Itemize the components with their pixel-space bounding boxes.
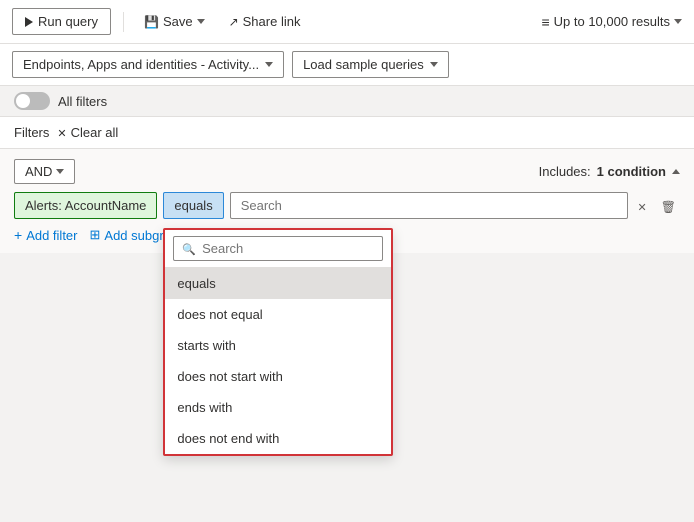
and-operator-button[interactable]: AND <box>14 159 75 184</box>
run-query-label: Run query <box>38 14 98 29</box>
condition-row: Alerts: AccountName equals equals <box>14 192 680 219</box>
play-icon <box>25 17 33 27</box>
all-filters-row: All filters <box>0 86 694 117</box>
clear-all-button[interactable]: Clear all <box>57 125 118 140</box>
clear-all-label: Clear all <box>71 125 119 140</box>
includes-label: Includes: <box>539 164 591 179</box>
scope-dropdown[interactable]: Endpoints, Apps and identities - Activit… <box>12 51 284 78</box>
and-chevron-icon <box>56 169 64 174</box>
remove-condition-button[interactable] <box>634 194 651 218</box>
toolbar: Run query Save Share link Up to 10,000 r… <box>0 0 694 44</box>
operator-dropdown-list: equals does not equal starts with does n… <box>165 268 391 454</box>
scope-label: Endpoints, Apps and identities - Activit… <box>23 57 259 72</box>
main-content: AND Includes: 1 condition Alerts: Accoun… <box>0 149 694 253</box>
sample-label: Load sample queries <box>303 57 424 72</box>
share-label: Share link <box>243 14 301 29</box>
operator-label: equals <box>174 198 212 213</box>
operator-item-does-not-end-with[interactable]: does not end with <box>165 423 391 454</box>
operator-item-ends-with[interactable]: ends with <box>165 392 391 423</box>
results-label: Up to 10,000 results <box>554 14 670 29</box>
operator-search-box <box>165 230 391 268</box>
operator-item-starts-with[interactable]: starts with <box>165 330 391 361</box>
run-query-button[interactable]: Run query <box>12 8 111 35</box>
all-filters-label: All filters <box>58 94 107 109</box>
results-chevron-icon <box>674 19 682 24</box>
clear-all-x-icon <box>57 125 66 140</box>
plus-icon <box>14 227 22 243</box>
operator-search-input[interactable] <box>202 241 374 256</box>
filters-section: Filters Clear all <box>0 117 694 149</box>
delete-condition-button[interactable] <box>657 194 680 218</box>
add-filter-label: Add filter <box>26 228 77 243</box>
save-chevron-icon <box>197 19 205 24</box>
filter-bar: Endpoints, Apps and identities - Activit… <box>0 44 694 86</box>
operator-dropdown: equals does not equal starts with does n… <box>163 228 393 456</box>
subgroup-icon <box>90 227 101 243</box>
remove-x-icon <box>638 198 647 214</box>
field-tag: Alerts: AccountName <box>14 192 157 219</box>
value-input[interactable] <box>230 192 628 219</box>
condition-group-header: AND Includes: 1 condition <box>14 159 680 184</box>
scope-chevron-icon <box>265 62 273 67</box>
list-icon <box>541 14 549 30</box>
operator-wrapper: equals equals does not equal starts with… <box>163 192 223 219</box>
save-button[interactable]: Save <box>136 9 213 34</box>
operator-button[interactable]: equals <box>163 192 223 219</box>
sample-chevron-icon <box>430 62 438 67</box>
condition-count: 1 condition <box>597 164 666 179</box>
includes-info: Includes: 1 condition <box>539 164 680 179</box>
save-label: Save <box>163 14 193 29</box>
filters-label: Filters <box>14 125 49 140</box>
share-icon <box>229 14 239 29</box>
operator-item-does-not-equal[interactable]: does not equal <box>165 299 391 330</box>
add-filter-button[interactable]: Add filter <box>14 227 78 243</box>
share-link-button[interactable]: Share link <box>221 9 309 34</box>
search-icon <box>182 241 196 256</box>
trash-icon <box>661 198 676 214</box>
results-info: Up to 10,000 results <box>541 14 682 30</box>
sample-queries-dropdown[interactable]: Load sample queries <box>292 51 449 78</box>
field-label: Alerts: AccountName <box>25 198 146 213</box>
save-icon <box>144 14 159 29</box>
toolbar-separator-1 <box>123 12 124 32</box>
operator-item-equals[interactable]: equals <box>165 268 391 299</box>
operator-item-does-not-start-with[interactable]: does not start with <box>165 361 391 392</box>
search-box-inner <box>173 236 383 261</box>
all-filters-toggle[interactable] <box>14 92 50 110</box>
and-label: AND <box>25 164 52 179</box>
collapse-icon[interactable] <box>672 169 680 174</box>
